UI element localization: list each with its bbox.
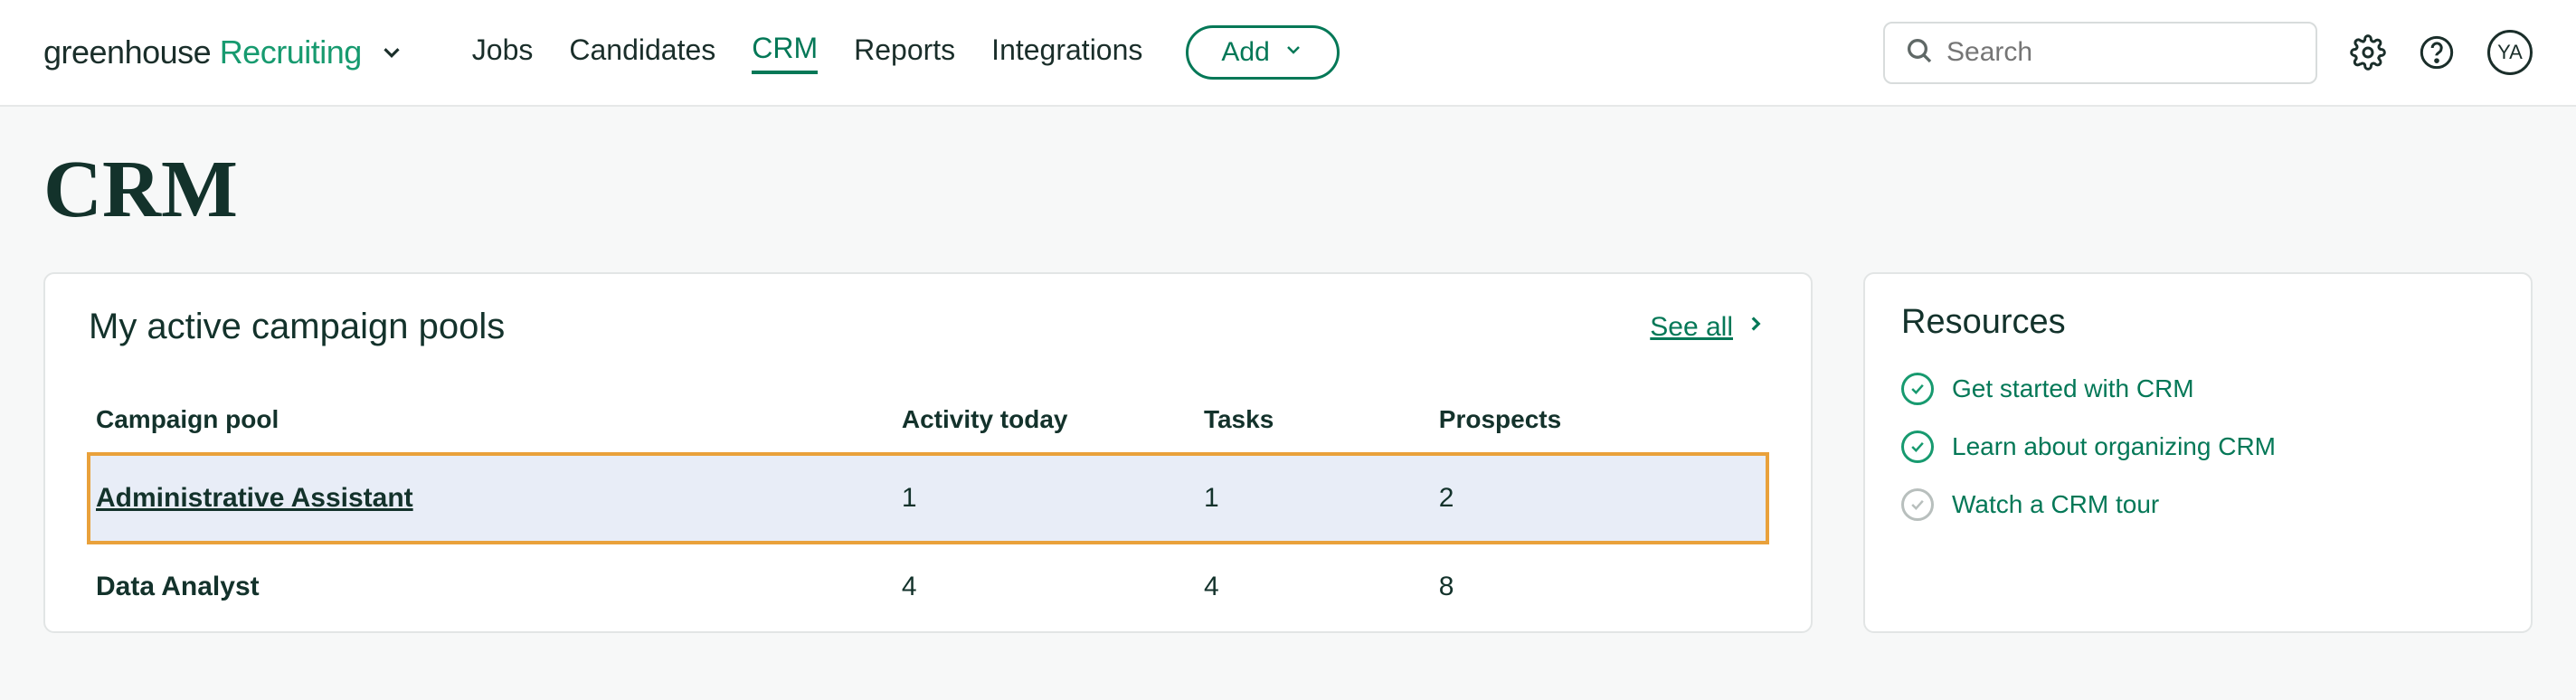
resources-panel: Resources Get started with CRM Learn abo… <box>1863 272 2533 633</box>
cell-activity: 4 <box>895 543 1197 631</box>
pool-name-link[interactable]: Administrative Assistant <box>96 483 413 513</box>
see-all-label: See all <box>1650 312 1733 343</box>
resource-link[interactable]: Watch a CRM tour <box>1901 488 2495 521</box>
add-button-label: Add <box>1221 37 1269 68</box>
nav-crm[interactable]: CRM <box>752 32 818 74</box>
cell-activity: 1 <box>895 454 1197 543</box>
panel-title: My active campaign pools <box>89 307 505 347</box>
panel-header: My active campaign pools See all <box>89 307 1767 347</box>
add-button[interactable]: Add <box>1186 25 1339 80</box>
page-body: CRM My active campaign pools See all Cam… <box>0 107 2576 669</box>
check-circle-icon <box>1901 488 1934 521</box>
resource-link[interactable]: Learn about organizing CRM <box>1901 430 2495 463</box>
logo-word-2: Recruiting <box>220 33 362 71</box>
app-logo[interactable]: greenhouse Recruiting <box>43 33 405 71</box>
check-circle-icon <box>1901 373 1934 405</box>
chevron-down-icon <box>1283 37 1304 68</box>
resource-label: Get started with CRM <box>1952 374 2194 403</box>
table-header-row: Campaign pool Activity today Tasks Prosp… <box>89 391 1767 454</box>
resource-label: Learn about organizing CRM <box>1952 432 2276 461</box>
nav-candidates[interactable]: Candidates <box>569 33 715 72</box>
avatar[interactable]: YA <box>2487 30 2533 75</box>
chevron-down-icon[interactable] <box>378 39 405 66</box>
col-campaign-pool: Campaign pool <box>89 391 895 454</box>
col-tasks: Tasks <box>1197 391 1432 454</box>
resources-title: Resources <box>1901 303 2495 342</box>
nav-reports[interactable]: Reports <box>854 33 955 72</box>
search-icon <box>1905 36 1934 70</box>
app-header: greenhouse Recruiting Jobs Candidates CR… <box>0 0 2576 107</box>
search-box[interactable] <box>1883 22 2317 84</box>
resource-label: Watch a CRM tour <box>1952 490 2159 519</box>
gear-icon[interactable] <box>2350 34 2386 71</box>
resource-link[interactable]: Get started with CRM <box>1901 373 2495 405</box>
main-nav: Jobs Candidates CRM Reports Integrations <box>472 32 1143 74</box>
cell-prospects: 8 <box>1432 543 1767 631</box>
pool-name-link[interactable]: Data Analyst <box>96 572 260 601</box>
header-right: YA <box>1883 22 2533 84</box>
logo-word-1: greenhouse <box>43 33 211 71</box>
cell-tasks: 4 <box>1197 543 1432 631</box>
campaign-pools-panel: My active campaign pools See all Campaig… <box>43 272 1813 633</box>
col-activity-today: Activity today <box>895 391 1197 454</box>
nav-integrations[interactable]: Integrations <box>991 33 1142 72</box>
cell-tasks: 1 <box>1197 454 1432 543</box>
col-prospects: Prospects <box>1432 391 1767 454</box>
campaign-pools-table: Campaign pool Activity today Tasks Prosp… <box>89 391 1767 631</box>
chevron-right-icon <box>1744 312 1767 343</box>
content-layout: My active campaign pools See all Campaig… <box>43 272 2533 633</box>
cell-prospects: 2 <box>1432 454 1767 543</box>
search-input[interactable] <box>1946 37 2296 68</box>
page-title: CRM <box>43 143 2533 236</box>
table-row[interactable]: Data Analyst 4 4 8 <box>89 543 1767 631</box>
help-icon[interactable] <box>2419 34 2455 71</box>
table-row[interactable]: Administrative Assistant 1 1 2 <box>89 454 1767 543</box>
check-circle-icon <box>1901 430 1934 463</box>
see-all-link[interactable]: See all <box>1650 312 1767 343</box>
nav-jobs[interactable]: Jobs <box>472 33 534 72</box>
